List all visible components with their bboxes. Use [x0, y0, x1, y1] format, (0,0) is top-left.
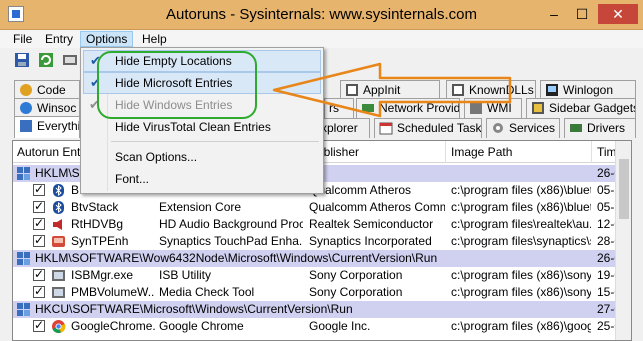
entry-name: ISBMgr.exe	[71, 268, 134, 282]
menu-item-font[interactable]: Font...	[83, 168, 321, 190]
entry-checkbox[interactable]	[33, 267, 45, 281]
entry-path: c:\program files (x86)\googl...	[451, 319, 591, 333]
tab-label: Everythi	[37, 119, 80, 133]
sony-icon	[52, 287, 65, 298]
registry-icon	[17, 167, 30, 180]
menu-item-label: Font...	[115, 172, 150, 186]
header-separator[interactable]	[591, 141, 592, 163]
entry-description: Synaptics TouchPad Enha...	[159, 234, 303, 248]
bluetooth-icon	[53, 184, 64, 197]
menu-bar: File Entry Options Help	[0, 30, 643, 48]
chrome-icon	[52, 320, 66, 333]
speaker-icon	[53, 219, 62, 230]
group-row[interactable]: HKLM\SOFTWARE\Wow6432Node\Microsoft\Wind…	[13, 250, 628, 267]
entry-name: B	[71, 183, 80, 197]
entry-path: c:\program files (x86)\bluet...	[451, 183, 591, 197]
entry-checkbox[interactable]	[33, 284, 45, 298]
entry-publisher: Qualcomm Atheros Commn...	[309, 200, 445, 214]
menu-entry[interactable]: Entry	[40, 31, 78, 47]
entry-path: c:\program files (x86)\sony\...	[451, 285, 591, 299]
tab-sidebar-gadgets[interactable]: Sidebar Gadgets	[526, 98, 636, 118]
sidebar-gadgets-icon	[532, 102, 544, 114]
entry-checkbox[interactable]	[33, 182, 45, 196]
save-icon[interactable]	[14, 52, 30, 68]
entry-publisher: Google Inc.	[309, 319, 371, 333]
sony-icon	[52, 270, 65, 281]
filter-icon[interactable]	[62, 52, 78, 68]
table-row[interactable]: RtHDVBg HD Audio Background Proc... Real…	[13, 216, 628, 233]
winlogon-icon	[546, 84, 558, 96]
entry-checkbox[interactable]	[33, 233, 45, 247]
vertical-scrollbar[interactable]	[615, 141, 631, 340]
table-row[interactable]: PMBVolumeW... Media Check Tool Sony Corp…	[13, 284, 628, 301]
annotation-arrow-icon	[272, 62, 512, 118]
group-row[interactable]: HKCU\SOFTWARE\Microsoft\Windows\CurrentV…	[13, 301, 628, 318]
menu-item-label: Scan Options...	[115, 150, 198, 164]
winsock-icon	[20, 102, 32, 114]
table-row[interactable]: BtvStack Extension Core Qualcomm Atheros…	[13, 199, 627, 216]
tab-label: Drivers	[587, 121, 625, 135]
drivers-icon	[570, 124, 582, 132]
entry-name: RtHDVBg	[71, 217, 124, 231]
entry-publisher: Synaptics Incorporated	[309, 234, 432, 248]
close-button[interactable]: ✕	[598, 4, 638, 24]
menu-options[interactable]: Options	[80, 31, 134, 47]
highlight-callout	[97, 51, 257, 119]
entry-checkbox[interactable]	[33, 318, 45, 332]
tab-drivers[interactable]: Drivers	[564, 118, 636, 138]
synaptics-icon	[52, 236, 65, 247]
group-path: HKCU\SOFTWARE\Microsoft\Windows\CurrentV…	[35, 302, 353, 316]
scrollbar-thumb[interactable]	[619, 159, 629, 219]
entry-publisher: Sony Corporation	[309, 268, 403, 282]
tab-label: Winlogon	[563, 83, 614, 97]
entry-path: c:\program files (x86)\sony\...	[451, 268, 591, 282]
tab-codecs[interactable]: Code	[14, 80, 80, 100]
entry-name: GoogleChrome...	[71, 319, 155, 333]
entry-name: BtvStack	[71, 200, 119, 214]
menu-help[interactable]: Help	[137, 31, 172, 47]
maximize-button[interactable]: ☐	[568, 4, 596, 24]
entry-description: Extension Core	[159, 200, 242, 214]
entry-checkbox[interactable]	[33, 216, 45, 230]
tab-winlogon[interactable]: Winlogon	[540, 80, 636, 100]
table-row[interactable]: GoogleChrome... Google Chrome Google Inc…	[13, 318, 628, 335]
group-path: HKLM\SOFTWARE\Wow6432Node\Microsoft\Wind…	[35, 251, 438, 265]
entry-name: SynTPEnh	[71, 234, 129, 248]
tab-label: Code	[37, 83, 66, 97]
entry-name: PMBVolumeW...	[71, 285, 155, 299]
entry-publisher: Qualcomm Atheros	[309, 183, 412, 197]
entry-checkbox[interactable]	[33, 199, 45, 213]
entry-path: c:\program files\realtek\au...	[451, 217, 591, 231]
bluetooth-icon	[53, 201, 64, 214]
tab-label: Sidebar Gadgets	[549, 101, 636, 115]
menu-item-label: Hide VirusTotal Clean Entries	[115, 120, 271, 134]
entry-description: HD Audio Background Proc...	[159, 217, 303, 231]
group-path: HKLM\S	[35, 166, 80, 180]
table-row[interactable]: ISBMgr.exe ISB Utility Sony Corporation …	[13, 267, 628, 284]
title-bar: Autoruns - Sysinternals: www.sysinternal…	[0, 0, 643, 30]
registry-icon	[17, 303, 30, 316]
menu-item-scan-options[interactable]: Scan Options...	[83, 146, 321, 168]
menu-file[interactable]: File	[8, 31, 37, 47]
header-separator[interactable]	[445, 141, 446, 163]
entry-path: c:\program files (x86)\bluet...	[451, 200, 591, 214]
tab-label: Winsoc	[37, 101, 77, 115]
entry-description: Media Check Tool	[159, 285, 255, 299]
menu-divider	[111, 141, 319, 142]
tab-everything[interactable]: Everythi	[14, 116, 80, 138]
entry-path: c:\program files\synaptics\s...	[451, 234, 591, 248]
everything-icon	[20, 120, 32, 132]
header-image-path[interactable]: Image Path	[451, 145, 512, 159]
entry-description: ISB Utility	[159, 268, 212, 282]
refresh-icon[interactable]	[38, 52, 54, 68]
registry-icon	[17, 252, 30, 265]
tab-winsock[interactable]: Winsoc	[14, 98, 80, 118]
entry-description: Google Chrome	[159, 319, 244, 333]
entry-publisher: Sony Corporation	[309, 285, 403, 299]
table-row[interactable]: SynTPEnh Synaptics TouchPad Enha... Syna…	[13, 233, 628, 250]
entry-publisher: Realtek Semiconductor	[309, 217, 434, 231]
codecs-icon	[20, 84, 32, 96]
minimize-button[interactable]: –	[540, 4, 568, 24]
